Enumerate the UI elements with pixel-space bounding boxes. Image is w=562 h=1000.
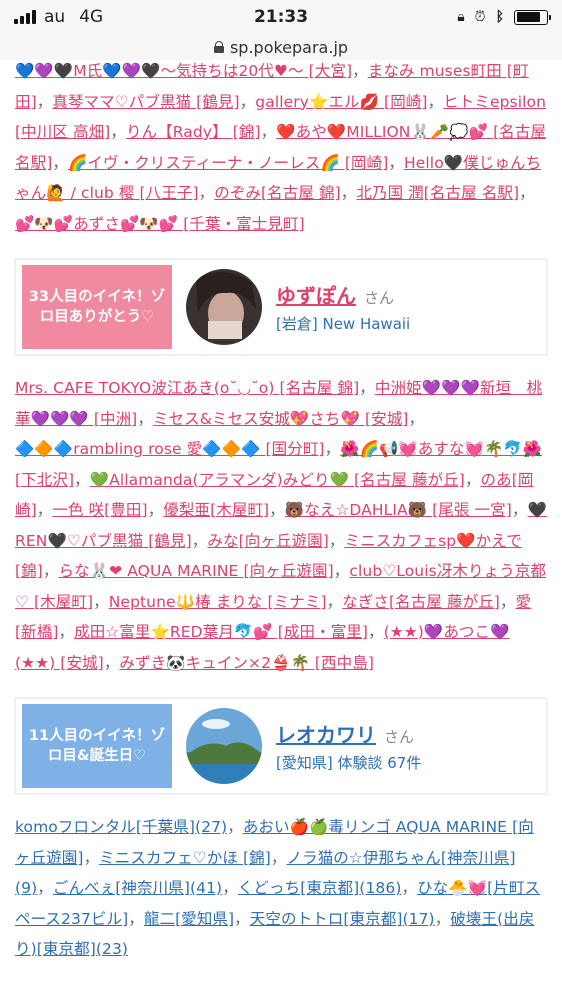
separator: ， bbox=[227, 818, 243, 836]
separator: ， bbox=[260, 123, 277, 141]
profile-name-link[interactable]: レオカワリ bbox=[276, 723, 376, 747]
separator: ， bbox=[58, 623, 75, 641]
status-left: au 4G bbox=[14, 7, 103, 27]
profile-card-leokawari[interactable]: 11人目のイイネ！ゾロ目&誕生日♡ レオカワリ さん [愛知県] 体験談 67件 bbox=[15, 698, 547, 794]
separator: ， bbox=[103, 653, 120, 672]
separator: ， bbox=[324, 440, 341, 458]
separator: ， bbox=[36, 501, 53, 519]
profile-link[interactable]: 🌈イヴ・クリスティーナ・ノーレス🌈 [岡崎] bbox=[68, 154, 388, 172]
profile-link[interactable]: りん【Rady】 [錦] bbox=[126, 123, 261, 141]
profile-link[interactable]: Neptune🔱椿 まりな [ミナミ] bbox=[109, 593, 327, 611]
separator: ， bbox=[401, 879, 418, 897]
status-bar: au 4G 21:33 🔒︎ ⏰︎ ᛒ bbox=[0, 0, 562, 34]
profile-link[interactable]: 🐻なえ☆DAHLIA🐻 [尾張 一宮] bbox=[285, 501, 512, 519]
profile-link[interactable]: ごんべぇ[神奈川県](41) bbox=[53, 879, 222, 897]
profile-info: ゆずぽん さん [岩倉] New Hawaii bbox=[276, 280, 410, 334]
profile-link[interactable]: らな🐰❤ AQUA MARINE [向ヶ丘遊園] bbox=[59, 562, 334, 580]
separator: ， bbox=[408, 409, 425, 428]
honorific: さん bbox=[384, 728, 415, 746]
rotation-lock-icon: 🔒︎ bbox=[457, 9, 465, 25]
battery-icon bbox=[514, 9, 551, 25]
separator: ， bbox=[198, 184, 215, 202]
clock: 21:33 bbox=[253, 7, 309, 27]
profile-review-label: [愛知県] 体験談 67件 bbox=[276, 754, 422, 772]
liked-users-list: komoフロンタル[千葉県](27)，あおい🍎🍏毒リンゴ AQUA MARINE… bbox=[0, 812, 562, 965]
separator: ， bbox=[52, 153, 68, 172]
profile-link[interactable]: 天空のトトロ[東京都](17) bbox=[250, 910, 435, 928]
separator: ， bbox=[368, 623, 384, 641]
separator: ， bbox=[519, 184, 535, 202]
profile-link[interactable]: 優梨亜[木屋町] bbox=[163, 501, 269, 519]
profile-link[interactable]: くどっち[東京都](186) bbox=[238, 879, 402, 897]
separator: ， bbox=[388, 153, 404, 172]
profile-link[interactable]: gallery⭐エル💋 [岡崎] bbox=[255, 93, 427, 111]
profile-link[interactable]: 真琴ママ♡パブ黒猫 [鶴見] bbox=[52, 93, 239, 111]
bluetooth-icon: ᛒ bbox=[495, 9, 504, 25]
separator: ， bbox=[359, 379, 375, 397]
address-bar[interactable]: sp.pokepara.jp bbox=[0, 34, 562, 60]
profile-link[interactable]: komoフロンタル[千葉県](27) bbox=[15, 818, 227, 836]
separator: ， bbox=[137, 409, 153, 428]
separator: ， bbox=[42, 562, 59, 580]
separator: ， bbox=[464, 470, 481, 489]
profile-link[interactable]: ミニスカフェ♡かほ [錦] bbox=[99, 849, 271, 867]
status-right: 🔒︎ ⏰︎ ᛒ bbox=[457, 9, 551, 25]
profile-link[interactable]: 北乃国 潤[名古屋 名駅] bbox=[356, 184, 519, 202]
separator: ， bbox=[110, 123, 126, 141]
lock-icon bbox=[213, 41, 224, 53]
carrier-label: au bbox=[44, 7, 66, 27]
separator: ， bbox=[93, 592, 109, 611]
alarm-icon: ⏰︎ bbox=[474, 9, 486, 25]
separator: ， bbox=[499, 592, 516, 611]
profile-shop-label: [岩倉] New Hawaii bbox=[276, 315, 411, 333]
separator: ， bbox=[333, 562, 350, 580]
separator: ， bbox=[37, 879, 53, 897]
separator: ， bbox=[239, 92, 256, 111]
like-count-badge: 33人目のイイネ！ゾロ目ありがとう♡ bbox=[22, 265, 172, 349]
separator: ， bbox=[222, 879, 238, 897]
avatar[interactable] bbox=[186, 708, 262, 784]
profile-name-link[interactable]: ゆずぽん bbox=[276, 284, 356, 308]
separator: ， bbox=[234, 909, 250, 928]
profile-link[interactable]: 💕🐶💕あずさ💕🐶💕 [千葉・富士見町] bbox=[15, 215, 305, 233]
profile-info: レオカワリ さん [愛知県] 体験談 67件 bbox=[276, 719, 421, 773]
separator: ， bbox=[36, 92, 53, 111]
avatar[interactable] bbox=[186, 269, 262, 345]
separator: ， bbox=[326, 592, 343, 611]
page-content: 💙💜🖤M氏💙💜🖤～気持ちは20代♥～ [大宮]，まなみ muses町田 [町田]… bbox=[0, 60, 562, 1000]
separator: ， bbox=[427, 92, 444, 111]
like-count-badge: 11人目のイイネ！ゾロ目&誕生日♡ bbox=[22, 704, 172, 788]
separator: ， bbox=[328, 531, 345, 550]
separator: ， bbox=[128, 909, 144, 928]
liked-girls-list: Mrs. CAFE TOKYO波江あき(o˘◡˘o) [名古屋 錦]，中洲姫💜💜… bbox=[0, 373, 562, 678]
separator: ， bbox=[191, 531, 208, 550]
profile-link[interactable]: Mrs. CAFE TOKYO波江あき(o˘◡˘o) [名古屋 錦] bbox=[15, 379, 359, 397]
profile-link[interactable]: みな[向ヶ丘遊園] bbox=[207, 532, 329, 550]
separator: ， bbox=[269, 501, 285, 519]
separator: ， bbox=[74, 470, 90, 489]
separator: ， bbox=[270, 848, 287, 867]
profile-card-yuzupon[interactable]: 33人目のイイネ！ゾロ目ありがとう♡ ゆずぽん さん [岩倉] New Hawai… bbox=[15, 259, 547, 355]
profile-link[interactable]: 成田☆富里⭐RED葉月🐬💕 [成田・富里] bbox=[74, 623, 368, 641]
separator: ， bbox=[340, 184, 357, 202]
separator: ， bbox=[83, 848, 100, 867]
profile-link[interactable]: のぞみ[名古屋 錦] bbox=[214, 184, 341, 202]
url-text[interactable]: sp.pokepara.jp bbox=[230, 38, 348, 57]
separator: ， bbox=[511, 501, 528, 519]
profile-link[interactable]: 💙💜🖤M氏💙💜🖤～気持ちは20代♥～ [大宮] bbox=[15, 62, 352, 80]
network-label: 4G bbox=[79, 7, 104, 27]
profile-link[interactable]: ミセス&ミセス安城💖さち💖 [安城] bbox=[153, 410, 409, 428]
recent-likes-list: 💙💜🖤M氏💙💜🖤～気持ちは20代♥～ [大宮]，まなみ muses町田 [町田]… bbox=[0, 60, 562, 239]
separator: ， bbox=[147, 501, 164, 519]
separator: ， bbox=[352, 62, 368, 80]
profile-link[interactable]: 龍二[愛知県] bbox=[144, 910, 234, 928]
profile-link[interactable]: なぎさ[名古屋 藤が丘] bbox=[342, 593, 500, 611]
signal-icon bbox=[14, 10, 36, 24]
profile-link[interactable]: みずき🐼キュイン×2👙🌴 [西中島] bbox=[119, 654, 374, 672]
profile-link[interactable]: 💚Allamanda(アラマンダ)みどり💚 [名古屋 藤が丘] bbox=[90, 471, 465, 489]
profile-link[interactable]: 🔷🔶🔷rambling rose 愛🔷🔶🔷 [国分町] bbox=[15, 440, 325, 458]
honorific: さん bbox=[364, 289, 395, 307]
separator: ， bbox=[434, 909, 451, 928]
profile-link[interactable]: 一色 咲[豊田] bbox=[52, 501, 147, 519]
